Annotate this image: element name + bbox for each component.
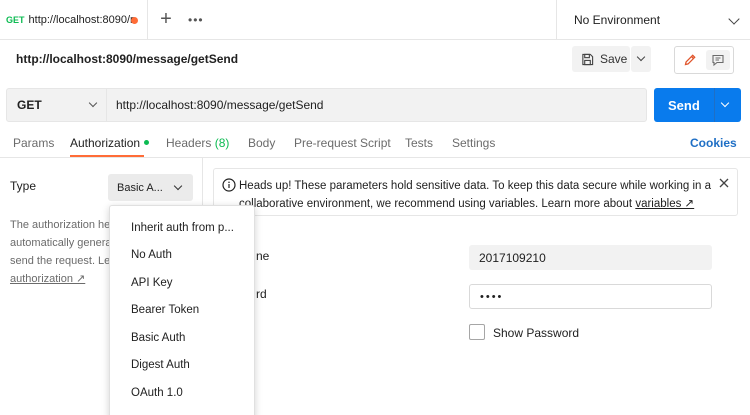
- menu-item-basic-auth[interactable]: Basic Auth: [110, 325, 254, 351]
- method-value: GET: [17, 98, 42, 112]
- environment-label: No Environment: [574, 13, 661, 27]
- tab-authorization[interactable]: Authorization: [70, 136, 150, 150]
- menu-item-api-key[interactable]: API Key: [110, 270, 254, 296]
- tab-body[interactable]: Body: [248, 136, 275, 150]
- method-select[interactable]: GET: [7, 89, 107, 121]
- chevron-down-icon: [728, 13, 740, 25]
- variables-link[interactable]: variables ↗: [635, 198, 694, 210]
- send-button[interactable]: Send: [654, 88, 741, 122]
- username-field[interactable]: 2017109210: [469, 245, 712, 270]
- menu-item-oauth-1[interactable]: OAuth 1.0: [110, 380, 254, 406]
- tab-headers-label: Headers: [166, 136, 212, 150]
- type-label: Type: [10, 179, 37, 193]
- chevron-down-icon: [173, 181, 183, 191]
- cookies-link[interactable]: Cookies: [690, 136, 737, 150]
- chevron-down-icon[interactable]: [720, 98, 730, 108]
- comment-icon: [712, 54, 724, 67]
- pencil-icon: [684, 54, 696, 66]
- menu-item-no-auth[interactable]: No Auth: [110, 242, 254, 268]
- menu-item-digest-auth[interactable]: Digest Auth: [110, 352, 254, 378]
- password-label: rd: [256, 287, 267, 301]
- menu-item-inherit-auth[interactable]: Inherit auth from p...: [110, 215, 254, 241]
- url-bar: GET http://localhost:8090/message/getSen…: [6, 88, 647, 122]
- show-password-checkbox[interactable]: [469, 324, 485, 340]
- active-tab-indicator: [70, 155, 144, 157]
- save-label: Save: [600, 52, 628, 66]
- more-tabs-icon[interactable]: •••: [188, 13, 204, 27]
- view-mode-toggle: [674, 46, 734, 74]
- tab-settings[interactable]: Settings: [452, 136, 495, 150]
- auth-type-select[interactable]: Basic A...: [108, 174, 193, 201]
- tab-authorization-label: Authorization: [70, 136, 141, 150]
- request-tab-name: http://localhost:8090/r: [28, 14, 134, 26]
- authorization-docs-link[interactable]: authorization ↗: [10, 273, 85, 285]
- info-icon: [222, 178, 236, 192]
- send-divider: [714, 88, 715, 122]
- save-button[interactable]: Save: [572, 46, 630, 72]
- chevron-down-icon: [636, 52, 646, 62]
- tab-tests[interactable]: Tests: [405, 136, 433, 150]
- sensitive-data-banner: Heads up! These parameters hold sensitiv…: [213, 168, 738, 216]
- close-icon[interactable]: [718, 177, 730, 189]
- tab-headers[interactable]: Headers (8): [166, 136, 229, 150]
- save-icon: [582, 53, 594, 65]
- password-field[interactable]: ••••: [469, 284, 712, 309]
- save-options-button[interactable]: [631, 46, 651, 72]
- request-title: http://localhost:8090/message/getSend: [16, 52, 239, 66]
- banner-text: Heads up! These parameters hold sensitiv…: [239, 177, 719, 213]
- chevron-down-icon: [88, 98, 98, 108]
- edit-mode-button[interactable]: [678, 50, 702, 70]
- documentation-mode-button[interactable]: [706, 50, 730, 70]
- url-input[interactable]: http://localhost:8090/message/getSend: [116, 98, 323, 112]
- username-label: ne: [256, 249, 270, 263]
- show-password-label[interactable]: Show Password: [493, 326, 579, 340]
- status-dot-icon: [144, 140, 150, 145]
- environment-selector[interactable]: No Environment: [556, 0, 750, 40]
- headers-count: (8): [214, 136, 230, 150]
- request-tab[interactable]: GET http://localhost:8090/r: [0, 0, 148, 40]
- request-tabs: Params Authorization Headers (8) Body Pr…: [0, 130, 750, 158]
- tab-pre-request-script[interactable]: Pre-request Script: [294, 136, 391, 150]
- tab-bar: GET http://localhost:8090/r + ••• No Env…: [0, 0, 750, 40]
- request-tab-method: GET: [6, 15, 25, 25]
- auth-type-value: Basic A...: [117, 181, 163, 194]
- menu-item-bearer-token[interactable]: Bearer Token: [110, 297, 254, 323]
- unsaved-dot-icon: [131, 17, 138, 24]
- new-tab-button[interactable]: +: [157, 9, 175, 29]
- tab-params[interactable]: Params: [13, 136, 54, 150]
- send-label: Send: [668, 98, 700, 113]
- auth-type-dropdown: Inherit auth from p... No Auth API Key B…: [109, 205, 255, 415]
